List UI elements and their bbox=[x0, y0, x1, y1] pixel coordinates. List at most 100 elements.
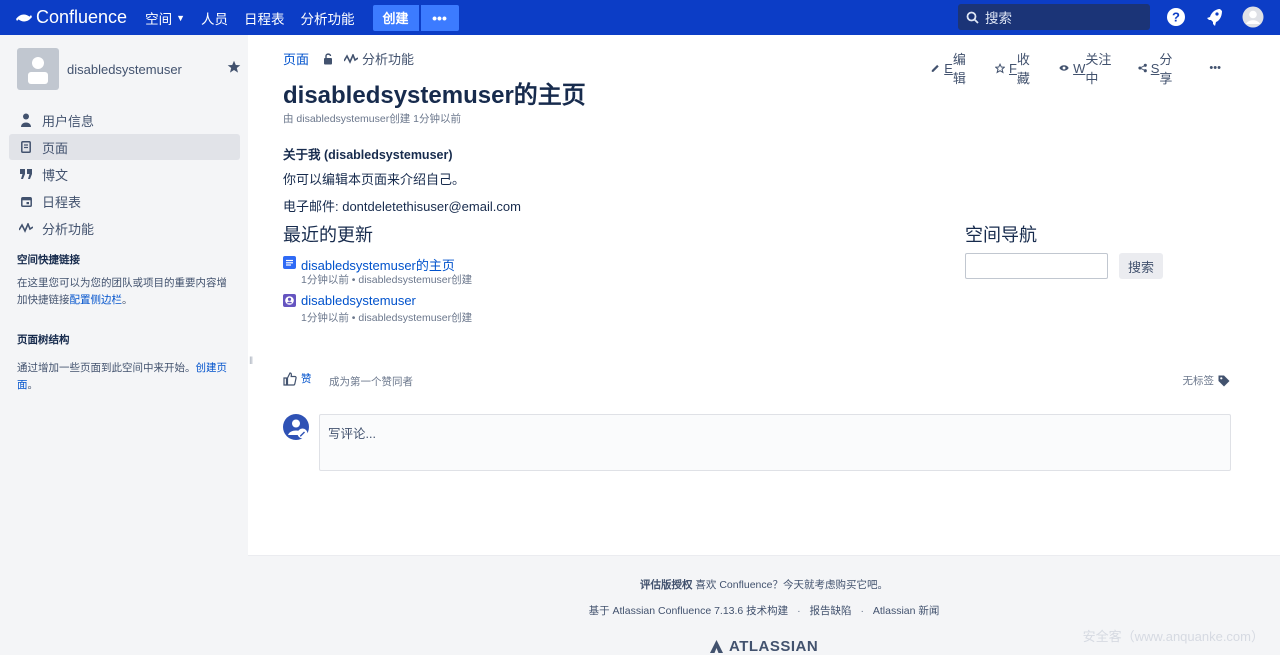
breadcrumb-analytics-label: 分析功能 bbox=[362, 52, 415, 67]
about-text: 你可以编辑本页面来介绍自己。 bbox=[283, 172, 466, 187]
chevron-down-icon: ▼ bbox=[176, 12, 185, 23]
sidebar-collapse-handle[interactable]: ‖ bbox=[249, 356, 253, 367]
page-title: disabledsystemuser的主页 bbox=[283, 82, 586, 109]
current-user-avatar bbox=[283, 414, 309, 445]
sidebar-item-blog[interactable]: 博文 bbox=[9, 161, 240, 187]
unlock-icon[interactable] bbox=[323, 52, 334, 65]
page-byline: 由 disabledsystemuser创建 1分钟以前 bbox=[283, 113, 461, 125]
page-tree-title: 页面树结构 bbox=[17, 334, 70, 346]
share-label: 分享 bbox=[1159, 52, 1173, 86]
atlassian-logo-text: ATLASSIAN bbox=[729, 638, 819, 655]
analytics-icon bbox=[344, 53, 359, 64]
save-shortcut-key: F bbox=[1008, 60, 1017, 76]
space-avatar[interactable] bbox=[17, 48, 59, 90]
sidebar-item-calendars[interactable]: 日程表 bbox=[9, 188, 240, 214]
nav-item-people[interactable]: 人员 bbox=[201, 8, 228, 28]
space-search-input[interactable] bbox=[965, 253, 1108, 279]
confluence-logo-icon bbox=[16, 14, 32, 21]
star-outline-icon bbox=[994, 62, 1005, 74]
page-tree-period: 。 bbox=[27, 379, 39, 391]
more-actions-button[interactable]: ••• bbox=[1209, 62, 1221, 74]
tag-icon bbox=[1218, 375, 1230, 386]
like-button[interactable]: 赞 bbox=[283, 371, 312, 386]
recent-item-meta: 1分钟以前 • disabledsystemuser创建 bbox=[301, 312, 473, 324]
comment-input[interactable]: 写评论... bbox=[319, 414, 1231, 471]
sidebar-item-profile[interactable]: 用户信息 bbox=[9, 107, 240, 133]
report-bug-link[interactable]: 报告缺陷 bbox=[810, 605, 852, 617]
nav-items: 空间 ▼ 人员 日程表 分析功能 创建 ••• bbox=[137, 4, 459, 31]
sidebar-item-label: 页面 bbox=[42, 140, 69, 156]
share-button[interactable]: S 分享 bbox=[1137, 49, 1180, 87]
notifications-icon[interactable] bbox=[1204, 7, 1224, 27]
like-row: 赞 成为第一个赞同者 无标签 bbox=[283, 371, 1230, 389]
page-icon bbox=[19, 141, 33, 153]
configure-sidebar-link[interactable]: 配置侧边栏 bbox=[70, 294, 123, 306]
nav-item-label: 空间 bbox=[145, 11, 173, 27]
analytics-icon bbox=[19, 223, 33, 233]
sidebar-item-pages[interactable]: 页面 bbox=[9, 134, 240, 160]
atlassian-news-link[interactable]: Atlassian 新闻 bbox=[873, 605, 940, 617]
recent-item-meta: 1分钟以前 • disabledsystemuser创建 bbox=[301, 274, 473, 286]
labels-area[interactable]: 无标签 bbox=[1183, 373, 1231, 388]
shortcuts-text: 在这里您可以为您的团队或项目的重要内容增加快捷链接配置侧边栏。 bbox=[17, 275, 233, 309]
user-avatar-icon[interactable] bbox=[1242, 6, 1264, 28]
nav-item-analytics[interactable]: 分析功能 bbox=[301, 8, 355, 28]
svg-text:?: ? bbox=[1172, 10, 1180, 25]
user-avatar-icon bbox=[283, 414, 309, 440]
like-label: 赞 bbox=[301, 373, 312, 385]
footer-separator: · bbox=[797, 605, 801, 617]
nav-item-label: 日程表 bbox=[244, 11, 285, 27]
watch-label: 关注中 bbox=[1085, 52, 1112, 86]
recent-updates-list: disabledsystemuser的主页 1分钟以前 • disabledsy… bbox=[283, 255, 583, 331]
sidebar-item-label: 日程表 bbox=[42, 194, 82, 210]
sidebar-item-analytics[interactable]: 分析功能 bbox=[9, 215, 240, 241]
list-item: disabledsystemuser的主页 1分钟以前 • disabledsy… bbox=[283, 255, 583, 293]
sidebar: disabledsystemuser 用户信息 页面 博文 日程表 分析功能 空… bbox=[0, 35, 248, 655]
edit-label: 编辑 bbox=[952, 52, 966, 86]
atlassian-logo[interactable]: ATLASSIAN bbox=[710, 638, 818, 655]
thumbs-up-icon bbox=[283, 371, 297, 386]
watch-button[interactable]: W 关注中 bbox=[1059, 49, 1115, 87]
sidebar-item-label: 分析功能 bbox=[42, 221, 95, 237]
sidebar-item-label: 博文 bbox=[42, 167, 69, 183]
page-actions: E 编辑 F 收藏 W 关注中 S 分享 ••• bbox=[931, 49, 1243, 87]
create-more-button[interactable]: ••• bbox=[420, 4, 459, 31]
about-heading: 关于我 (disabledsystemuser) bbox=[283, 148, 453, 162]
share-shortcut-key: S bbox=[1150, 60, 1160, 76]
atlassian-logo-icon bbox=[710, 639, 723, 653]
footer-eval-line: 评估版授权 喜欢 Confluence？今天就考虑购买它吧。 bbox=[248, 577, 1280, 592]
search-input[interactable]: 搜索 bbox=[958, 4, 1150, 30]
footer-links: 基于 Atlassian Confluence 7.13.6 技术构建 · 报告… bbox=[248, 603, 1280, 618]
space-name[interactable]: disabledsystemuser bbox=[67, 62, 182, 77]
page-tree-description: 通过增加一些页面到此空间中来开始。 bbox=[17, 362, 196, 374]
page-icon bbox=[283, 256, 296, 274]
breadcrumb-analytics[interactable]: 分析功能 bbox=[344, 49, 414, 68]
share-icon bbox=[1137, 63, 1147, 73]
create-button[interactable]: 创建 bbox=[372, 4, 419, 31]
eval-license-text: 喜欢 Confluence？今天就考虑购买它吧。 bbox=[692, 579, 888, 591]
footer-separator: · bbox=[860, 605, 864, 617]
nav-item-spaces[interactable]: 空间 ▼ bbox=[145, 8, 185, 28]
nav-item-calendars[interactable]: 日程表 bbox=[244, 8, 285, 28]
watermark: 安全客（www.anquanke.com） bbox=[1082, 629, 1264, 644]
breadcrumb-pages[interactable]: 页面 bbox=[283, 49, 309, 68]
comment-placeholder: 写评论... bbox=[328, 427, 376, 441]
quote-icon bbox=[19, 169, 33, 179]
powered-by-link[interactable]: 基于 Atlassian Confluence 7.13.6 技术构建 bbox=[589, 605, 789, 617]
space-search-button[interactable]: 搜索 bbox=[1119, 253, 1163, 279]
shortcuts-period: 。 bbox=[122, 294, 133, 306]
save-for-later-button[interactable]: F 收藏 bbox=[994, 49, 1037, 87]
user-silhouette-icon bbox=[28, 57, 48, 84]
top-icons: ? bbox=[1148, 6, 1264, 28]
star-icon[interactable] bbox=[227, 60, 241, 79]
nav-item-label: 人员 bbox=[201, 11, 228, 27]
help-icon[interactable]: ? bbox=[1166, 7, 1186, 27]
edit-button[interactable]: E 编辑 bbox=[931, 49, 973, 87]
email-text: 电子邮件: dontdeletethisuser@email.com bbox=[283, 199, 521, 214]
confluence-logo[interactable]: Confluence bbox=[16, 7, 127, 28]
recent-item-link[interactable]: disabledsystemuser bbox=[301, 293, 416, 308]
pencil-icon bbox=[931, 64, 939, 72]
space-navigation-heading: 空间导航 bbox=[965, 225, 1037, 245]
eye-icon bbox=[1059, 65, 1069, 71]
search-icon bbox=[966, 11, 979, 24]
